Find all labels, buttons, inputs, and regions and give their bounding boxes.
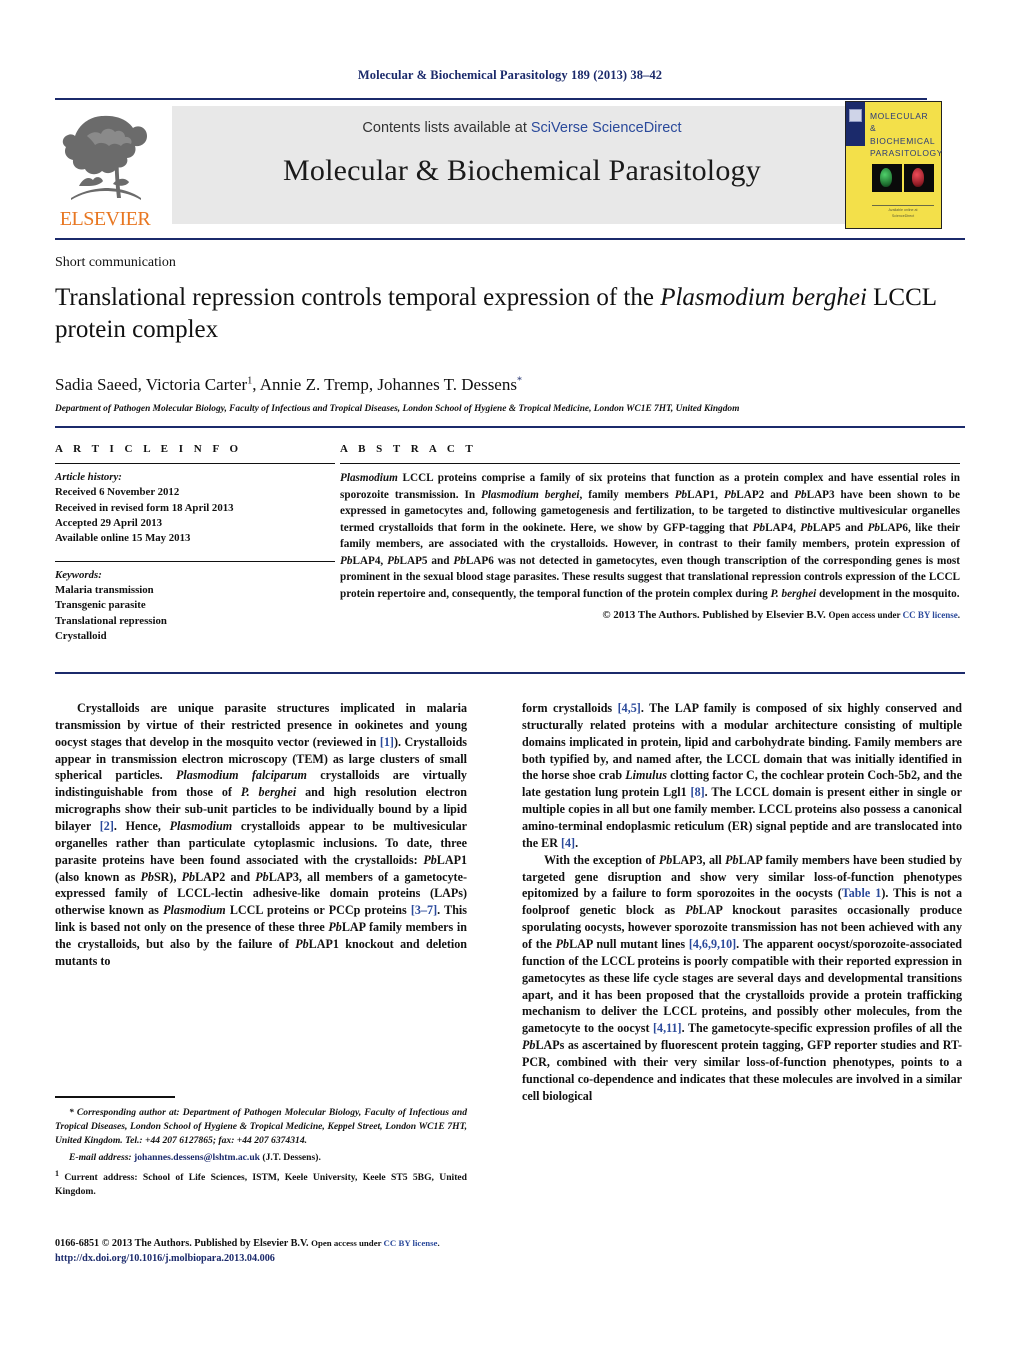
keywords-group: Keywords: Malaria transmission Transgeni… xyxy=(55,568,335,645)
history-item: Received in revised form 18 April 2013 xyxy=(55,501,234,514)
contents-prefix: Contents lists available at xyxy=(362,120,531,136)
issn-copyright-text: 0166-6851 © 2013 The Authors. Published … xyxy=(55,1238,309,1249)
body-left-column: Crystalloids are unique parasite structu… xyxy=(55,701,467,968)
footer-open-access-suffix: . xyxy=(437,1238,440,1248)
corresponding-author-marker[interactable]: * xyxy=(517,375,522,386)
abstract-column: A B S T R A C T Plasmodium LCCL proteins… xyxy=(340,443,960,621)
keyword-item: Malaria transmission xyxy=(55,583,154,596)
rule-below-abstract xyxy=(55,672,965,674)
body-right-column: form crystalloids [4,5]. The LAP family … xyxy=(522,701,963,1103)
cover-micrograph-red xyxy=(904,164,934,192)
article-title-part1: Translational repression controls tempor… xyxy=(55,284,661,311)
cover-footer-line2: ScienceDirect xyxy=(891,213,915,218)
affiliation: Department of Pathogen Molecular Biology… xyxy=(55,404,740,414)
history-item: Available online 15 May 2013 xyxy=(55,532,191,545)
sciencedirect-link[interactable]: SciVerse ScienceDirect xyxy=(531,120,682,136)
article-info-column: A R T I C L E I N F O Article history: R… xyxy=(55,443,335,644)
elsevier-logo: ELSEVIER xyxy=(57,106,153,229)
email-footnote: E-mail address: johannes.dessens@lshtm.a… xyxy=(55,1151,467,1165)
email-suffix: (J.T. Dessens). xyxy=(260,1151,321,1163)
cover-title: MOLECULAR & BIOCHEMICAL PARASITOLOGY xyxy=(870,110,944,159)
current-address-text: Current address: School of Life Sciences… xyxy=(55,1171,467,1197)
cover-micrograph-green xyxy=(872,164,902,192)
issn-copyright-line: 0166-6851 © 2013 The Authors. Published … xyxy=(55,1236,675,1251)
open-access-prefix: Open access under xyxy=(828,609,903,620)
cover-publisher-icon xyxy=(849,109,862,122)
abstract-text: Plasmodium LCCL proteins comprise a fami… xyxy=(340,472,960,601)
parasite-blob-red-icon xyxy=(912,168,924,187)
abstract-copyright: © 2013 The Authors. Published by Elsevie… xyxy=(340,609,960,621)
keywords-rule xyxy=(55,560,335,562)
document-type-label: Short communication xyxy=(55,255,176,270)
running-head: Molecular & Biochemical Parasitology 189… xyxy=(357,68,663,82)
footer-open-access-prefix: Open access under xyxy=(311,1238,384,1248)
footer-cc-by-link[interactable]: CC BY license xyxy=(384,1238,438,1248)
open-access-suffix: . xyxy=(957,609,960,620)
email-label: E-mail address: xyxy=(69,1151,132,1163)
cover-blue-box xyxy=(846,102,865,146)
keywords-title: Keywords: xyxy=(55,568,102,581)
article-info-rule xyxy=(55,463,335,464)
journal-title: Molecular & Biochemical Parasitology xyxy=(283,154,761,187)
contents-list-line: Contents lists available at SciVerse Sci… xyxy=(172,120,872,136)
cover-title-line1: MOLECULAR xyxy=(870,111,929,121)
footnotes-block: * Corresponding author at: Department of… xyxy=(55,1106,467,1202)
history-item: Received 6 November 2012 xyxy=(55,486,180,499)
cover-micrograph-images xyxy=(872,164,934,192)
masthead-top-rule xyxy=(55,98,927,100)
authors-part2: , Annie Z. Tremp, Johannes T. Dessens xyxy=(252,375,517,394)
article-title-italic: Plasmodium berghei xyxy=(660,284,867,311)
doi-line[interactable]: http://dx.doi.org/10.1016/j.molbiopara.2… xyxy=(55,1251,675,1266)
article-history-group: Article history: Received 6 November 201… xyxy=(55,470,335,547)
page-footer: 0166-6851 © 2013 The Authors. Published … xyxy=(55,1236,675,1267)
authors-part1: Sadia Saeed, Victoria Carter xyxy=(55,375,248,394)
article-info-heading: A R T I C L E I N F O xyxy=(55,443,243,455)
elsevier-tree-icon xyxy=(62,115,147,200)
keyword-item: Transgenic parasite xyxy=(55,599,146,612)
parasite-blob-green-icon xyxy=(880,168,892,187)
rule-below-authors xyxy=(55,426,965,428)
cover-footer: Available online at ScienceDirect xyxy=(872,205,934,219)
abstract-rule xyxy=(340,463,960,464)
elsevier-wordmark: ELSEVIER xyxy=(59,208,151,230)
journal-title-band: Contents lists available at SciVerse Sci… xyxy=(172,106,872,224)
current-address-footnote: 1 Current address: School of Life Scienc… xyxy=(55,1168,467,1199)
keyword-item: Crystalloid xyxy=(55,629,107,642)
footnote-separator-rule xyxy=(55,1096,175,1098)
rule-below-masthead xyxy=(55,238,965,240)
corresponding-author-footnote: * Corresponding author at: Department of… xyxy=(55,1107,467,1146)
journal-masthead: ELSEVIER Contents lists available at Sci… xyxy=(55,98,965,231)
article-history-title: Article history: xyxy=(55,471,122,483)
copyright-text: © 2013 The Authors. Published by Elsevie… xyxy=(602,608,826,621)
cover-title-line2: & BIOCHEMICAL xyxy=(870,123,936,146)
article-title: Translational repression controls tempor… xyxy=(55,282,955,346)
cc-by-license-link[interactable]: CC BY license xyxy=(903,610,958,620)
history-item: Accepted 29 April 2013 xyxy=(55,516,163,529)
keyword-item: Translational repression xyxy=(55,614,167,627)
author-list: Sadia Saeed, Victoria Carter1, Annie Z. … xyxy=(55,375,955,395)
journal-cover-thumbnail[interactable]: MOLECULAR & BIOCHEMICAL PARASITOLOGY Ava… xyxy=(845,101,942,229)
abstract-heading: A B S T R A C T xyxy=(340,443,477,455)
email-link[interactable]: johannes.dessens@lshtm.ac.uk xyxy=(134,1152,260,1163)
article-page: Molecular & Biochemical Parasitology 189… xyxy=(0,0,1020,1351)
cover-title-line3: PARASITOLOGY xyxy=(870,147,944,158)
